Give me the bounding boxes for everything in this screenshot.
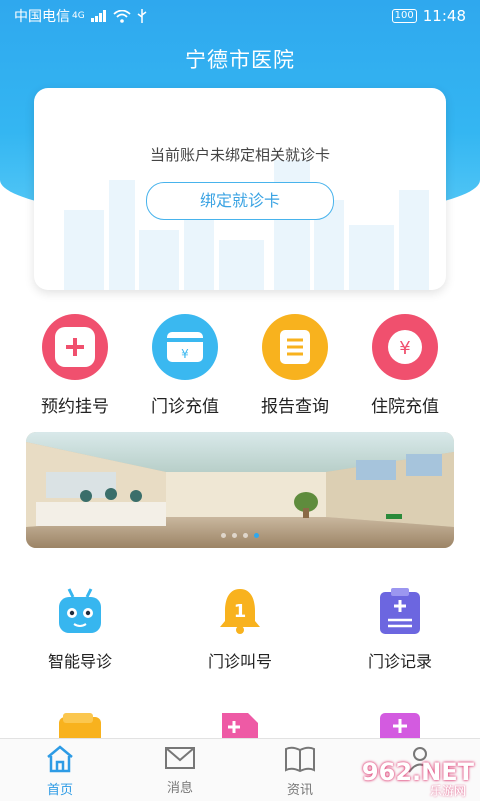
svg-text:¥: ¥: [181, 347, 189, 361]
home-icon: [47, 745, 73, 773]
quick-action-label: 门诊充值: [151, 397, 219, 417]
carousel-dot-active[interactable]: [254, 533, 259, 538]
promo-banner[interactable]: [26, 432, 454, 548]
tab-home[interactable]: 首页: [0, 739, 120, 801]
tab-news[interactable]: 资讯: [240, 739, 360, 801]
hospital-lobby-image: [26, 432, 454, 548]
tab-label: 资讯: [286, 783, 313, 798]
quick-actions: 预约挂号 ¥ 门诊充值 报告查询 ¥ 住院充值: [0, 314, 480, 417]
service-label: 门诊叫号: [207, 652, 272, 671]
mail-icon: [165, 747, 195, 769]
quick-action-label: 报告查询: [261, 397, 329, 417]
quick-action-outpatient-topup[interactable]: ¥ 门诊充值: [130, 314, 240, 417]
bind-card-button[interactable]: 绑定就诊卡: [146, 182, 334, 220]
carrier-label: 中国电信: [14, 9, 70, 25]
wifi-icon: [113, 9, 131, 23]
quick-action-inpatient-topup[interactable]: ¥ 住院充值: [350, 314, 460, 417]
book-icon: [285, 746, 315, 773]
battery-indicator: 100: [391, 9, 417, 23]
service-label: 门诊记录: [367, 652, 432, 671]
card-binding-panel: 当前账户未绑定相关就诊卡 绑定就诊卡: [34, 88, 446, 290]
tab-label: 首页: [46, 783, 73, 798]
services-row-1: 智能导诊 1 门诊叫号 门诊记录: [0, 584, 480, 672]
service-queue-call[interactable]: 1 门诊叫号: [160, 584, 320, 672]
plus-icon: [42, 314, 108, 380]
carousel-dot[interactable]: [232, 533, 237, 538]
carousel-indicator: [26, 533, 454, 538]
tab-label: 消息: [166, 781, 193, 796]
service-outpatient-records[interactable]: 门诊记录: [320, 584, 480, 672]
network-label: 4G: [72, 11, 85, 21]
carousel-dot[interactable]: [221, 533, 226, 538]
quick-action-report[interactable]: 报告查询: [240, 314, 350, 417]
signal-icon: [90, 10, 106, 22]
clock: 11:48: [422, 7, 466, 25]
carousel-dot[interactable]: [243, 533, 248, 538]
yen-icon: ¥: [372, 314, 438, 380]
quick-action-label: 住院充值: [371, 397, 439, 417]
card-yen-icon: ¥: [152, 314, 218, 380]
robot-icon: [53, 584, 107, 638]
watermark-sub: 乐游网: [429, 784, 466, 798]
svg-text:¥: ¥: [399, 338, 410, 359]
report-icon: [262, 314, 328, 380]
svg-text:1: 1: [234, 601, 247, 622]
quick-action-appointment[interactable]: 预约挂号: [20, 314, 130, 417]
unbound-message: 当前账户未绑定相关就诊卡: [149, 146, 330, 164]
service-label: 智能导诊: [47, 652, 112, 671]
usb-icon: [137, 9, 147, 23]
page-title: 宁德市医院: [185, 48, 295, 72]
clipboard-icon: [373, 584, 427, 638]
tab-messages[interactable]: 消息: [120, 739, 240, 801]
status-bar: 中国电信 4G 100 11:48: [0, 0, 480, 32]
service-smart-guide[interactable]: 智能导诊: [0, 584, 160, 672]
bell-icon: 1: [213, 584, 267, 638]
quick-action-label: 预约挂号: [41, 397, 109, 417]
